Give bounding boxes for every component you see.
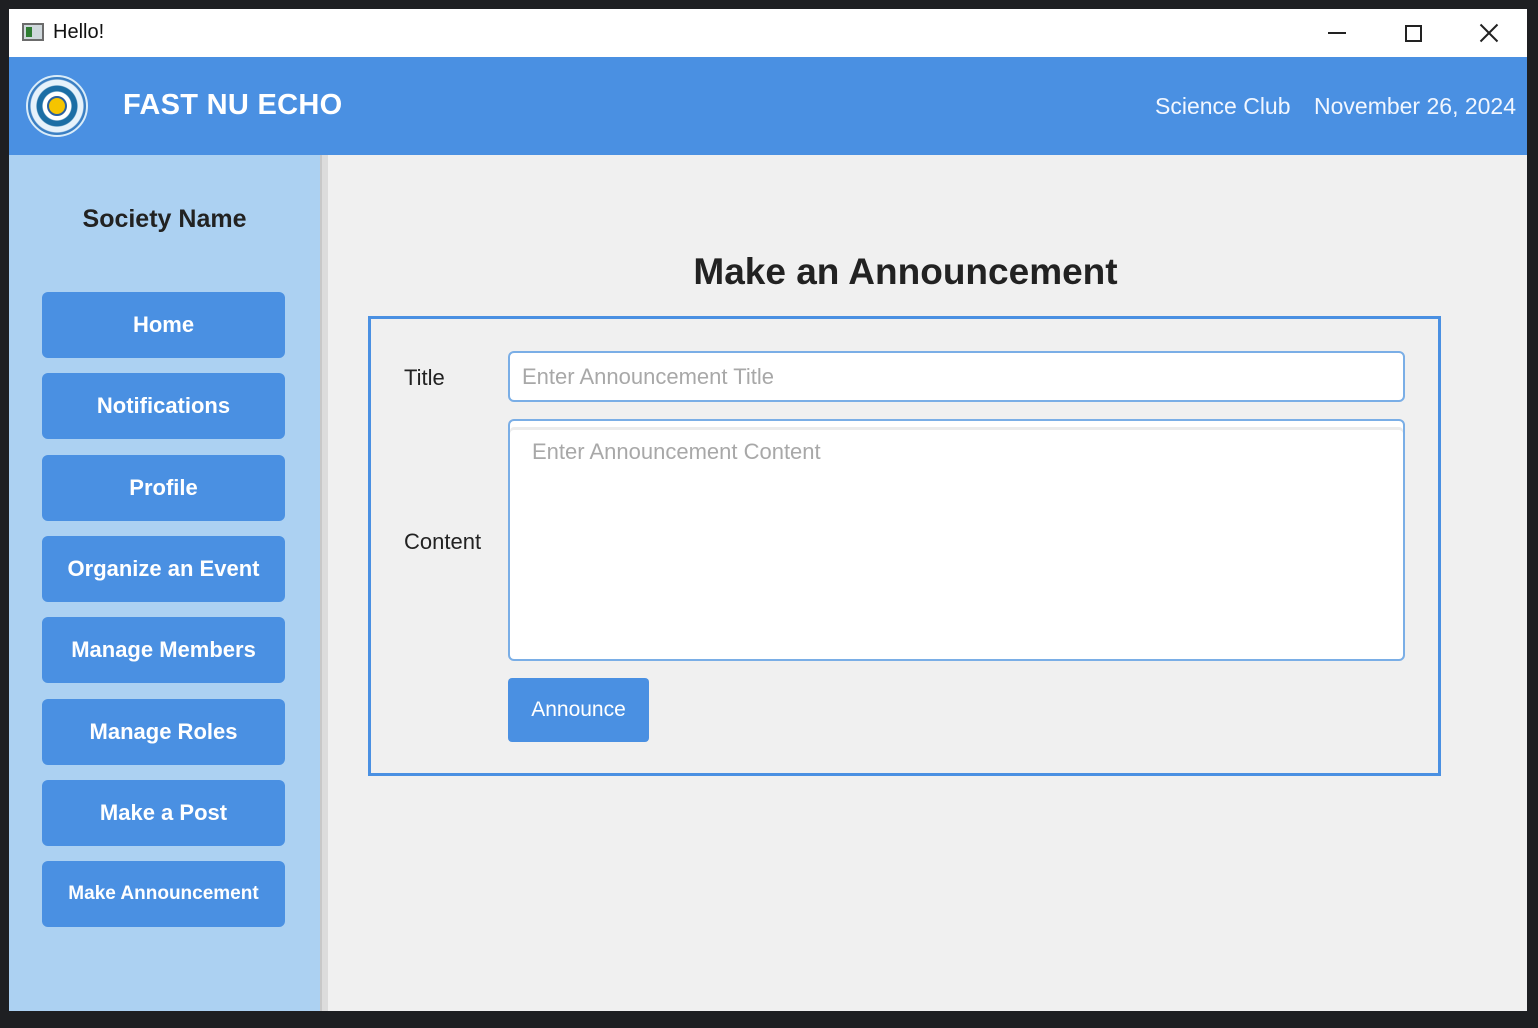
logo	[26, 75, 88, 137]
sidebar: Society Name Home Notifications Profile …	[9, 155, 320, 1011]
app-header: FAST NU ECHO Science Club November 26, 2…	[9, 57, 1527, 155]
sidebar-heading: Society Name	[82, 205, 247, 233]
logo-core	[47, 96, 67, 116]
page-title: Make an Announcement	[693, 251, 1118, 292]
sidebar-item-home[interactable]: Home	[42, 292, 285, 358]
content-input[interactable]	[508, 419, 1405, 661]
minimize-button[interactable]	[1299, 9, 1375, 57]
app-window: Hello! FAST NU ECHO Science Club Novembe…	[9, 9, 1527, 1011]
sidebar-item-organize-event[interactable]: Organize an Event	[42, 536, 285, 602]
sidebar-item-profile[interactable]: Profile	[42, 455, 285, 521]
title-bar: Hello!	[9, 9, 1527, 57]
maximize-button[interactable]	[1375, 9, 1451, 57]
content-label: Content	[404, 529, 482, 554]
title-input[interactable]	[508, 351, 1405, 402]
sidebar-item-make-announcement[interactable]: Make Announcement	[42, 861, 285, 927]
main-content: Make an Announcement Title Content Annou…	[328, 155, 1527, 1011]
sidebar-item-manage-roles[interactable]: Manage Roles	[42, 699, 285, 765]
maximize-icon	[1404, 24, 1422, 42]
close-icon	[1479, 23, 1499, 43]
society-label: Science Club	[1155, 93, 1291, 119]
sidebar-item-make-post[interactable]: Make a Post	[42, 780, 285, 846]
app-icon	[22, 23, 44, 41]
sidebar-item-manage-members[interactable]: Manage Members	[42, 617, 285, 683]
brand-name: FAST NU ECHO	[123, 89, 343, 121]
date-label: November 26, 2024	[1314, 93, 1517, 119]
title-label: Title	[404, 365, 445, 390]
announcement-form: Title Content Announce	[368, 316, 1441, 776]
sidebar-divider[interactable]	[320, 155, 328, 1011]
announce-button[interactable]: Announce	[508, 678, 649, 742]
minimize-icon	[1328, 32, 1346, 34]
window-title: Hello!	[53, 21, 105, 43]
close-button[interactable]	[1451, 9, 1527, 57]
sidebar-item-notifications[interactable]: Notifications	[42, 373, 285, 439]
